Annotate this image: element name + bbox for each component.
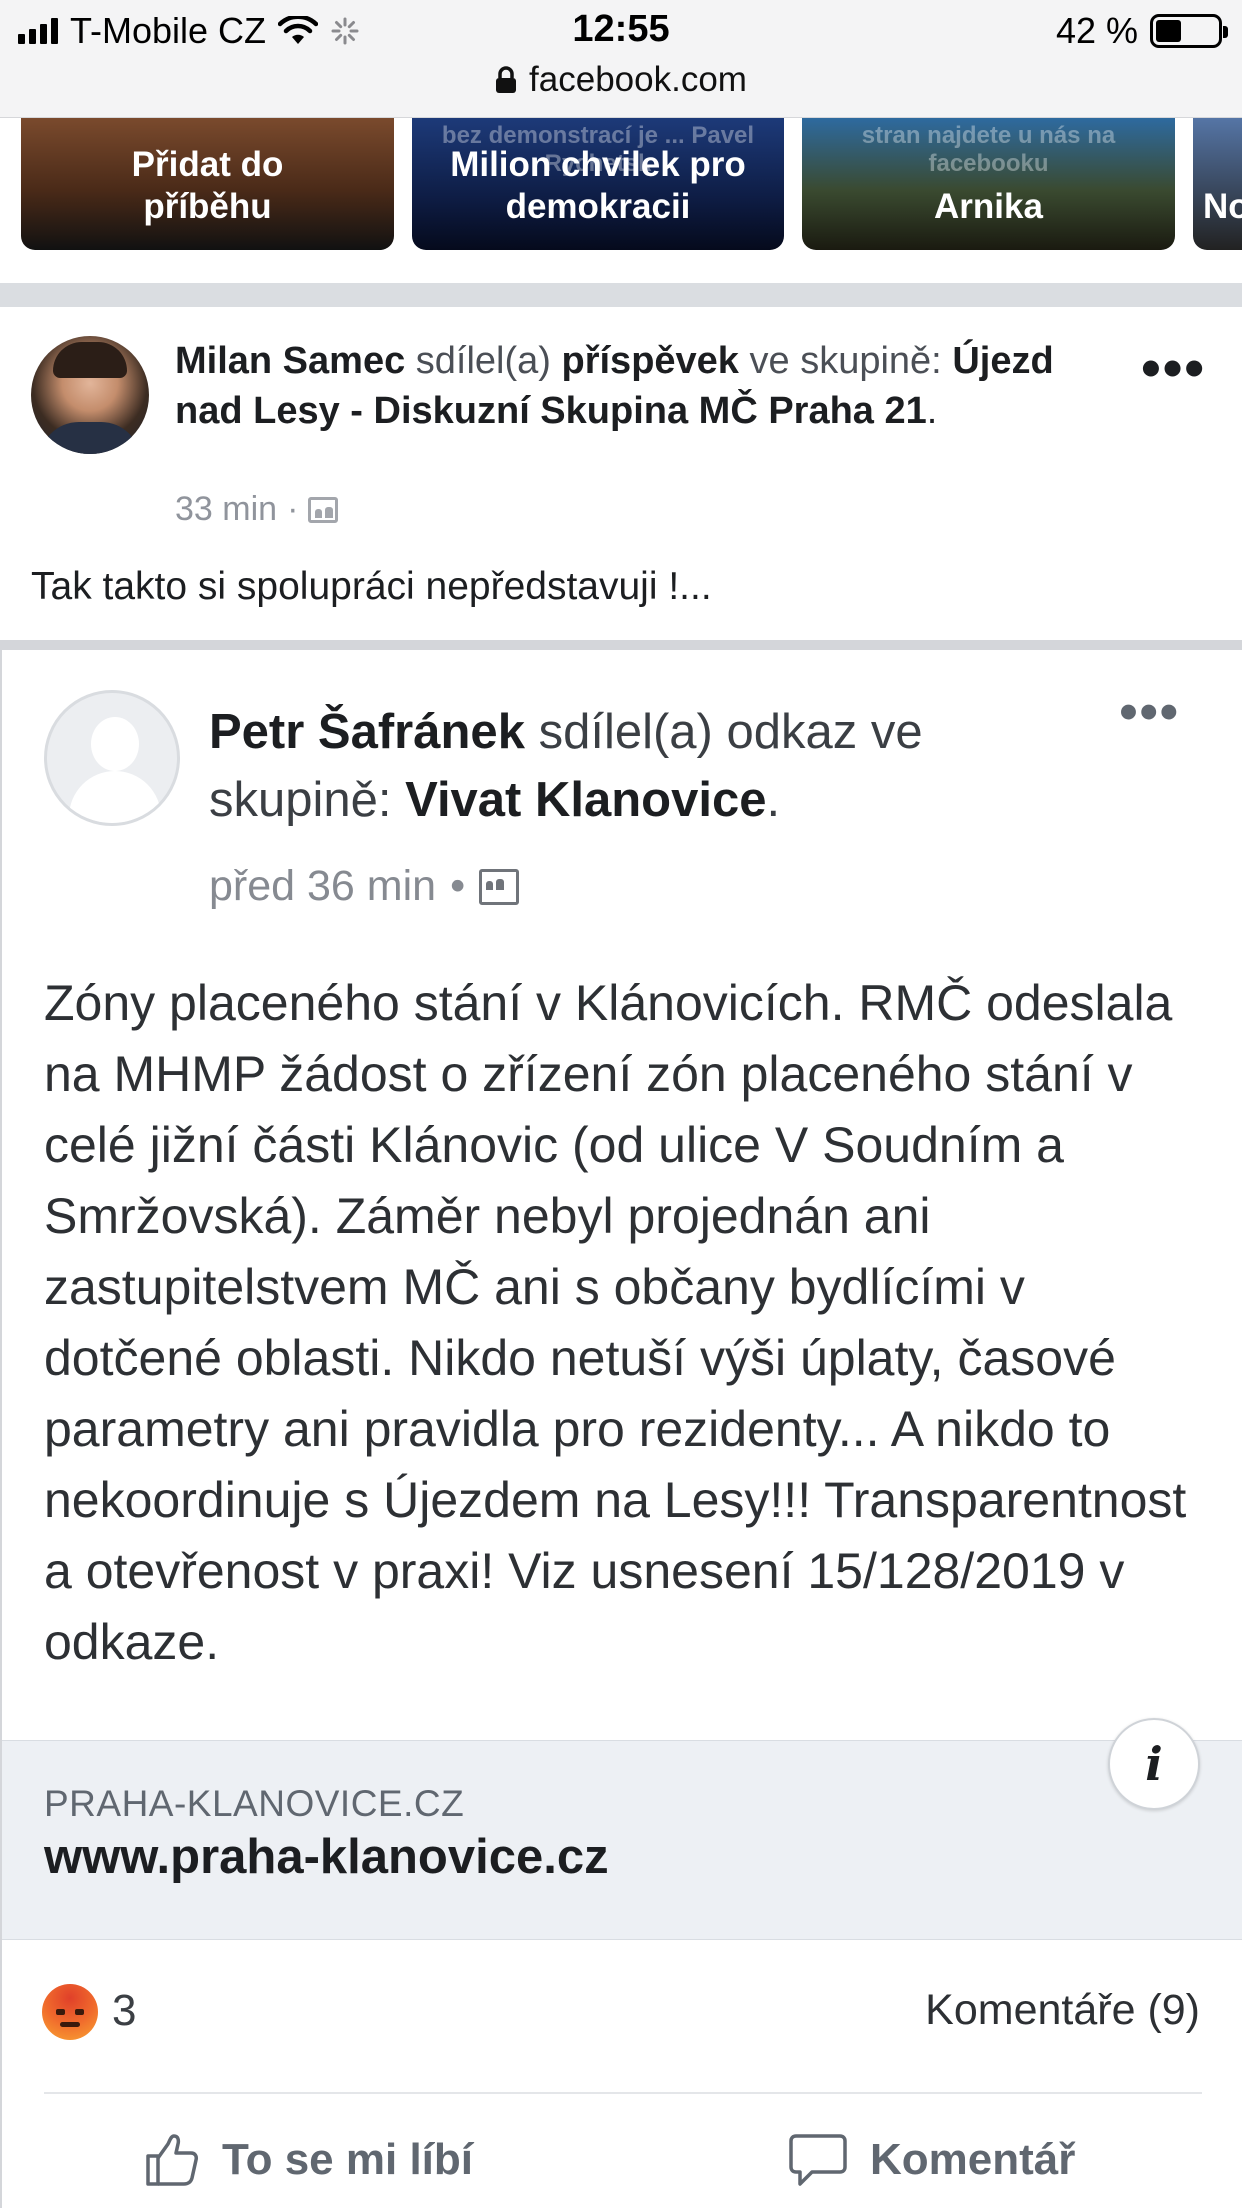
- feed-divider: [0, 283, 1242, 307]
- story-label: Přidat do příběhu: [131, 145, 284, 226]
- angry-eye: [56, 2009, 65, 2015]
- like-label: To se mi líbí: [222, 2135, 474, 2184]
- shared-more-icon: •••: [1119, 683, 1180, 741]
- url-text: facebook.com: [529, 60, 747, 99]
- shared-time: před 36 min: [209, 862, 437, 910]
- shared-post-image[interactable]: Petr Šafránek sdílel(a) odkaz ve skupině…: [0, 640, 1242, 2208]
- comment-bubble-icon: [789, 2134, 847, 2186]
- group-audience-icon: [308, 496, 339, 523]
- post-header: Milan Samec sdílel(a) příspěvek ve skupi…: [0, 308, 1242, 548]
- address-bar[interactable]: facebook.com: [0, 60, 1242, 100]
- actions-bar: To se mi líbí Komentář: [2, 2110, 1242, 2208]
- shared-header-text: Petr Šafránek sdílel(a) odkaz ve skupině…: [209, 698, 1109, 834]
- shared-text: Zóny placeného stání v Klánovicích. RMČ …: [44, 975, 1187, 1670]
- story-milion-chvilek[interactable]: bez demonstrací je ... Pavel Rychetsk Mi…: [412, 118, 784, 250]
- avatar[interactable]: [31, 336, 149, 454]
- shared-author: Petr Šafránek: [209, 705, 525, 759]
- default-avatar-head: [91, 717, 139, 771]
- post-author[interactable]: Milan Samec: [175, 340, 405, 382]
- comment-label: Komentář: [870, 2135, 1076, 2184]
- post-body-text[interactable]: Tak takto si spolupráci nepředstavuji !.…: [31, 565, 712, 609]
- battery-percent: 42 %: [1055, 10, 1138, 51]
- shared-group: Vivat Klanovice: [405, 773, 767, 827]
- shared-action: sdílel(a) odkaz ve: [538, 705, 923, 759]
- avatar-hair: [53, 342, 127, 378]
- comments-count: Komentáře (9): [925, 1986, 1200, 2034]
- angry-reaction-icon: [42, 1984, 98, 2040]
- story-overlay-text: bez demonstrací je ... Pavel Rychetsk: [441, 122, 755, 177]
- angry-mouth: [60, 2022, 80, 2027]
- reactions-bar: 3 Komentáře (9): [2, 1960, 1242, 2055]
- meta-separator: ·: [287, 490, 299, 528]
- status-right: 42 %: [1055, 10, 1228, 52]
- actions-separator: [44, 2092, 1202, 2094]
- story-add-to-story[interactable]: Přidat do příběhu: [21, 118, 394, 250]
- reaction-count: 3: [112, 1986, 137, 2035]
- shared-meta: před 36 min •: [209, 862, 520, 911]
- story-label: No: [1203, 187, 1242, 226]
- shared-in-group: skupině:: [209, 773, 392, 827]
- post-meta: 33 min ·: [175, 490, 339, 529]
- group-audience-icon: [479, 868, 520, 905]
- link-title: www.praha-klanovice.cz: [44, 1830, 609, 1884]
- comment-button: Komentář: [788, 2132, 1075, 2188]
- post-action-object[interactable]: příspěvek: [562, 340, 739, 382]
- link-preview: PRAHA-KLANOVICE.CZ www.praha-klanovice.c…: [2, 1740, 1242, 1940]
- post-group-suffix: .: [926, 390, 938, 432]
- story-label: Arnika: [934, 187, 1043, 226]
- default-avatar-body: [69, 771, 161, 823]
- status-bar: T-Mobile CZ 12:55 42 % facebook.com: [0, 0, 1242, 118]
- battery-level: [1156, 20, 1182, 42]
- shared-meta-separator: •: [450, 862, 466, 910]
- avatar-shirt: [39, 422, 141, 454]
- battery-icon: [1150, 14, 1228, 48]
- shared-group-suffix: .: [766, 773, 781, 827]
- story-arnika[interactable]: stran najdete u nás na facebooku Arnika: [802, 118, 1175, 250]
- post-header-text: Milan Samec sdílel(a) příspěvek ve skupi…: [175, 336, 1095, 436]
- post-action: sdílel(a): [415, 340, 551, 382]
- post-time[interactable]: 33 min: [175, 490, 277, 529]
- story-overlay-text: stran najdete u nás na facebooku: [861, 122, 1116, 177]
- story-partial[interactable]: No: [1193, 118, 1242, 250]
- angry-eye: [75, 2009, 84, 2015]
- like-button: To se mi líbí: [144, 2132, 473, 2188]
- stories-row: Přidat do příběhu bez demonstrací je ... …: [0, 118, 1242, 280]
- post-more-button[interactable]: •••: [1141, 340, 1206, 396]
- info-icon: i: [1108, 1718, 1200, 1810]
- lock-icon: [496, 66, 517, 93]
- thumbs-up-icon: [146, 2134, 198, 2186]
- link-domain: PRAHA-KLANOVICE.CZ: [44, 1783, 465, 1824]
- post-in-group: ve skupině:: [749, 340, 942, 382]
- shared-avatar: [44, 690, 180, 826]
